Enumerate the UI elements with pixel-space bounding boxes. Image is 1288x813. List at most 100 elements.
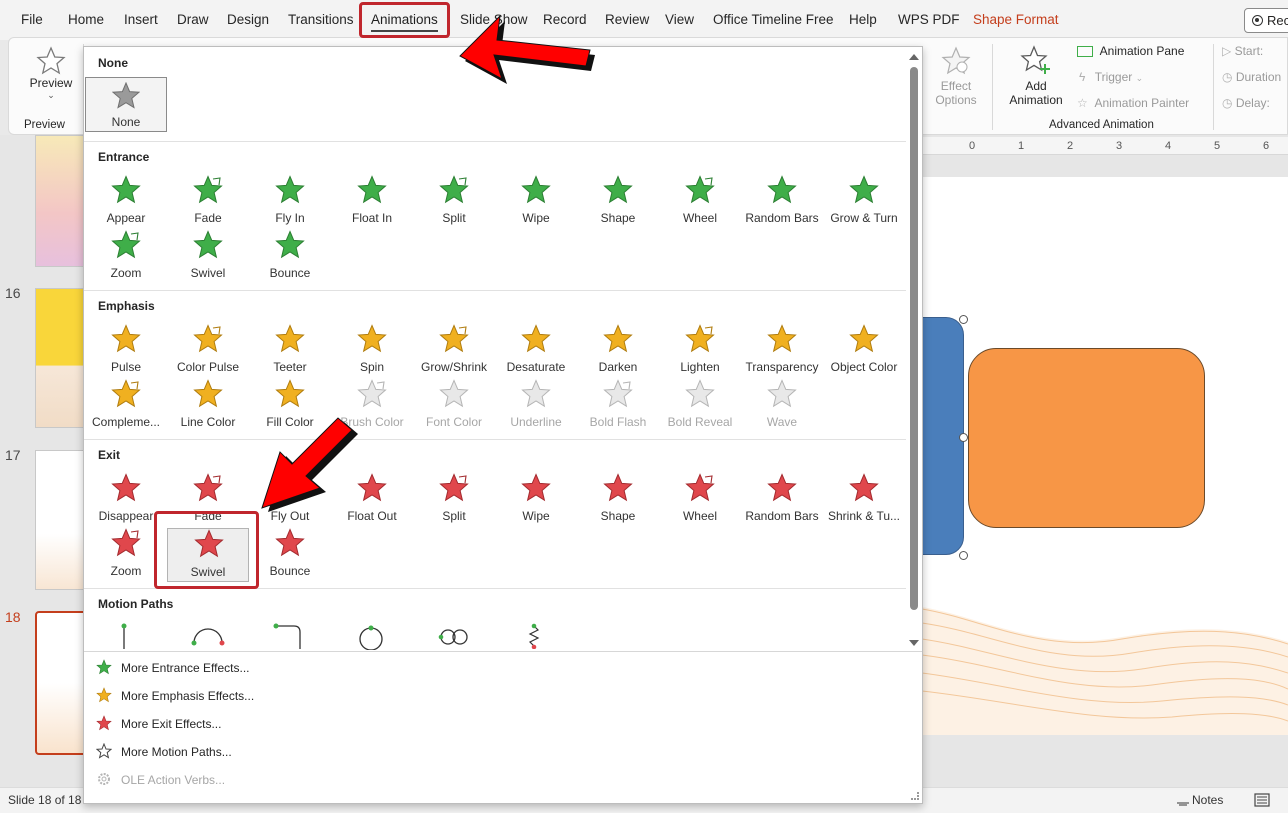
entrance-effect-zoom[interactable]: Zoom: [85, 230, 167, 284]
motion-path-spring-icon[interactable]: [526, 623, 542, 649]
notes-label: Notes: [1192, 793, 1224, 807]
resize-handle[interactable]: [959, 433, 968, 442]
animation-gallery-dropdown: None None Entrance Emphasis Exit Motion …: [83, 46, 923, 804]
menu-home[interactable]: Home: [68, 12, 104, 27]
emphasis-effect-color-pulse[interactable]: Color Pulse: [167, 324, 249, 378]
menu-transitions[interactable]: Transitions: [288, 12, 354, 27]
start-control[interactable]: ▷ Start:: [1222, 44, 1263, 58]
exit-effect-split[interactable]: Split: [413, 473, 495, 527]
wave-decoration: [922, 607, 1288, 735]
emphasis-effect-object-color[interactable]: Object Color: [823, 324, 905, 378]
delay-control[interactable]: ◷ Delay:: [1222, 96, 1270, 110]
menu-review[interactable]: Review: [605, 12, 649, 27]
effect-options-button[interactable]: Effect Options: [924, 46, 988, 107]
entrance-effect-split[interactable]: Split: [413, 175, 495, 229]
star-emphasis-icon: [111, 379, 141, 408]
scroll-thumb[interactable]: [910, 67, 918, 610]
normal-view-icon[interactable]: [1254, 793, 1270, 807]
motion-path-line-icon[interactable]: [114, 623, 134, 649]
emphasis-effect-grow-shrink[interactable]: Grow/Shrink: [413, 324, 495, 378]
gallery-scrollbar[interactable]: [907, 51, 921, 649]
effect-label: Bold Flash: [589, 415, 647, 429]
emphasis-effect-line-color[interactable]: Line Color: [167, 379, 249, 433]
blue-rectangle-shape[interactable]: [922, 317, 964, 555]
preview-button[interactable]: Preview ⌄: [21, 46, 81, 101]
animation-pane-button[interactable]: Animation Pane: [1077, 44, 1184, 58]
start-label: Start:: [1234, 44, 1264, 58]
menu-file[interactable]: File: [21, 12, 43, 27]
add-animation-button[interactable]: Add Animation: [999, 44, 1073, 107]
more-exit-effects-link[interactable]: More Exit Effects...: [121, 717, 221, 731]
more-entrance-effects-link[interactable]: More Entrance Effects...: [121, 661, 250, 675]
emphasis-effect-transparency[interactable]: Transparency: [741, 324, 823, 378]
exit-effect-shape[interactable]: Shape: [577, 473, 659, 527]
exit-effect-random-bars[interactable]: Random Bars: [741, 473, 823, 527]
emphasis-effect-teeter[interactable]: Teeter: [249, 324, 331, 378]
motion-path-circle-icon[interactable]: [356, 624, 386, 650]
menu-design[interactable]: Design: [227, 12, 269, 27]
slides-pane: 16 17 18: [0, 135, 87, 787]
entrance-effect-shape[interactable]: Shape: [577, 175, 659, 229]
notes-button[interactable]: Notes: [1176, 793, 1223, 807]
exit-effect-shrink-tu[interactable]: Shrink & Tu...: [823, 473, 905, 527]
slide-thumbnail-18[interactable]: [35, 611, 87, 755]
exit-effect-wheel[interactable]: Wheel: [659, 473, 741, 527]
star-emphasis-icon: [439, 379, 469, 408]
entrance-effect-fade[interactable]: Fade: [167, 175, 249, 229]
emphasis-effect-darken[interactable]: Darken: [577, 324, 659, 378]
scroll-down-arrow-icon[interactable]: [909, 640, 919, 646]
exit-effect-wipe[interactable]: Wipe: [495, 473, 577, 527]
menu-help[interactable]: Help: [849, 12, 877, 27]
entrance-effect-fly-in[interactable]: Fly In: [249, 175, 331, 229]
trigger-button[interactable]: ϟ Trigger ⌄: [1079, 70, 1143, 84]
entrance-effect-bounce[interactable]: Bounce: [249, 230, 331, 284]
emphasis-effect-compleme[interactable]: Compleme...: [85, 379, 167, 433]
orange-rounded-rectangle-shape[interactable]: [968, 348, 1205, 528]
menu-shape-format[interactable]: Shape Format: [973, 12, 1059, 27]
resize-handle[interactable]: [959, 315, 968, 324]
scroll-up-arrow-icon[interactable]: [909, 54, 919, 60]
duration-label: Duration: [1235, 70, 1282, 84]
exit-effect-bounce[interactable]: Bounce: [249, 528, 331, 582]
emphasis-effect-pulse[interactable]: Pulse: [85, 324, 167, 378]
effect-label: Line Color: [180, 415, 236, 429]
slide-thumbnail-16[interactable]: [35, 288, 87, 428]
more-emphasis-effects-link[interactable]: More Emphasis Effects...: [121, 689, 254, 703]
animation-painter-button[interactable]: ☆ Animation Painter: [1077, 96, 1189, 110]
slide-thumbnail-15[interactable]: [35, 135, 87, 267]
star-emphasis-icon: [685, 324, 715, 353]
star-entrance-icon: [193, 175, 223, 204]
emphasis-effect-lighten[interactable]: Lighten: [659, 324, 741, 378]
slide-canvas[interactable]: [922, 177, 1288, 735]
more-motion-paths-link[interactable]: More Motion Paths...: [121, 745, 232, 759]
entrance-effect-wheel[interactable]: Wheel: [659, 175, 741, 229]
emphasis-effect-spin[interactable]: Spin: [331, 324, 413, 378]
resize-handle[interactable]: [959, 551, 968, 560]
emphasis-effect-desaturate[interactable]: Desaturate: [495, 324, 577, 378]
slide-canvas-area: 0 1 2 3 4 5 6: [922, 135, 1288, 787]
effect-label: Wave: [766, 415, 798, 429]
entrance-effect-swivel[interactable]: Swivel: [167, 230, 249, 284]
motion-path-turn-icon[interactable]: [272, 623, 306, 649]
effect-label: Appear: [106, 211, 146, 225]
effect-none[interactable]: None: [85, 77, 167, 132]
slide-thumbnail-17[interactable]: [35, 450, 87, 590]
entrance-effect-float-in[interactable]: Float In: [331, 175, 413, 229]
resize-grip[interactable]: [911, 792, 919, 800]
entrance-effect-wipe[interactable]: Wipe: [495, 175, 577, 229]
motion-path-arc-icon[interactable]: [190, 625, 226, 649]
chevron-down-icon: ⌄: [47, 90, 55, 100]
star-emphasis-icon: [849, 324, 879, 353]
entrance-effect-random-bars[interactable]: Random Bars: [741, 175, 823, 229]
duration-control[interactable]: ◷ Duration: [1222, 70, 1281, 84]
motion-path-loop-icon[interactable]: [438, 627, 470, 647]
menu-office-timeline[interactable]: Office Timeline Free: [713, 12, 834, 27]
effect-label: Underline: [510, 415, 562, 429]
menu-view[interactable]: View: [665, 12, 694, 27]
entrance-effect-grow-turn[interactable]: Grow & Turn: [823, 175, 905, 229]
record-button[interactable]: Rec: [1244, 8, 1288, 33]
menu-insert[interactable]: Insert: [124, 12, 158, 27]
menu-draw[interactable]: Draw: [177, 12, 209, 27]
menu-wps-pdf[interactable]: WPS PDF: [898, 12, 960, 27]
entrance-effect-appear[interactable]: Appear: [85, 175, 167, 229]
